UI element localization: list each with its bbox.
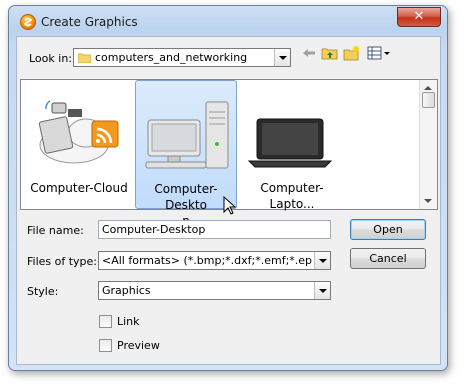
computer-laptop-thumbnail [247, 97, 335, 169]
folder-icon [77, 52, 92, 64]
scroll-down-icon[interactable] [424, 199, 432, 203]
computer-cloud-thumbnail [34, 97, 122, 169]
files-of-type-dropdown[interactable]: <All formats> (*.bmp;*.dxf;*.emf;*.eps;*… [98, 251, 331, 270]
item-caption: Computer-Lapto... [260, 181, 324, 211]
view-menu-icon[interactable] [366, 44, 392, 62]
file-list-view[interactable]: Computer-Cloud Computer-Deskto p Compute [20, 79, 438, 228]
link-checkbox-label[interactable]: Link [117, 315, 140, 328]
close-button[interactable]: ✕ [397, 7, 441, 27]
list-item[interactable]: Computer-Lapto... [241, 80, 343, 211]
item-caption: Computer-Cloud [30, 181, 128, 195]
open-button[interactable]: Open [350, 219, 426, 240]
vertical-scrollbar[interactable] [419, 80, 437, 209]
style-label: Style: [27, 285, 59, 298]
file-name-value: Computer-Desktop [102, 223, 206, 236]
new-folder-icon[interactable] [343, 44, 361, 62]
up-folder-icon[interactable] [321, 44, 339, 62]
computer-desktop-thumbnail [142, 98, 230, 170]
mouse-pointer-icon [223, 195, 237, 219]
look-in-value: computers_and_networking [95, 51, 248, 64]
scroll-up-icon[interactable] [424, 86, 432, 90]
chevron-down-icon[interactable] [314, 252, 330, 269]
preview-checkbox-label[interactable]: Preview [117, 339, 160, 352]
preview-checkbox[interactable] [99, 339, 112, 352]
chevron-down-icon[interactable] [274, 49, 290, 66]
link-checkbox[interactable] [99, 315, 112, 328]
list-item-selected[interactable]: Computer-Deskto p [135, 80, 237, 228]
look-in-label: Look in: [29, 52, 72, 65]
scroll-thumb[interactable] [422, 92, 435, 108]
files-of-type-value: <All formats> (*.bmp;*.dxf;*.emf;*.eps;*… [102, 254, 312, 267]
back-arrow-icon[interactable] [300, 44, 318, 62]
look-in-dropdown[interactable]: computers_and_networking [73, 48, 291, 67]
chevron-down-icon[interactable] [314, 282, 330, 299]
files-of-type-label: Files of type: [27, 255, 98, 268]
style-dropdown[interactable]: Graphics [98, 281, 331, 300]
file-name-field[interactable]: Computer-Desktop [98, 220, 331, 239]
style-value: Graphics [102, 284, 151, 297]
window-title: Create Graphics [41, 15, 138, 29]
file-name-label: File name: [27, 224, 84, 237]
app-icon [20, 14, 36, 30]
cancel-button[interactable]: Cancel [350, 248, 426, 269]
list-item[interactable]: Computer-Cloud [28, 80, 130, 209]
